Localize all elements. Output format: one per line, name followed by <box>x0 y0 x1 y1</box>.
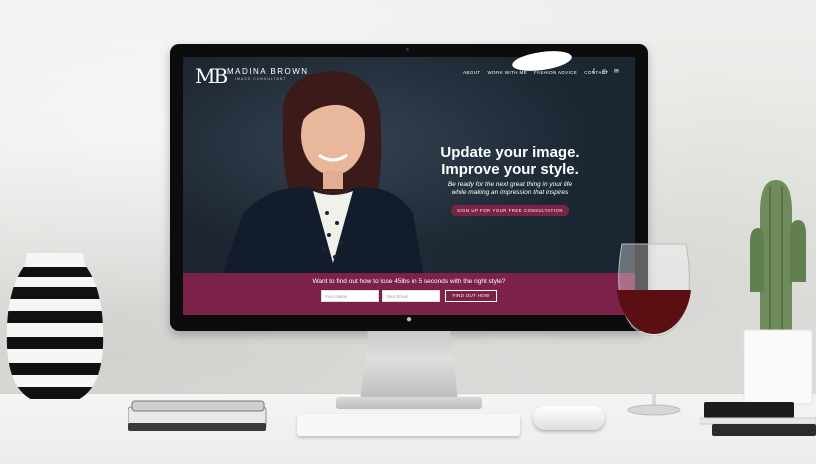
wine-glass <box>617 243 691 416</box>
hero-headline-2: Improve your style. <box>441 161 579 178</box>
webcam <box>406 48 409 51</box>
email-icon[interactable]: ✉ <box>614 69 619 76</box>
hero-subtitle-2: while making an impression that inspires <box>451 189 569 196</box>
hero-section: Update your image. Improve your style. B… <box>405 144 615 217</box>
nav-item-work-with-me[interactable]: WORK WITH ME <box>488 70 528 75</box>
site-header: MB MADINA BROWN IMAGE CONSULTANT ABOUT W… <box>183 57 635 95</box>
facebook-icon[interactable]: f <box>593 69 595 76</box>
consultation-signup-button[interactable]: SIGN UP FOR YOUR FREE CONSULTATION <box>450 205 570 216</box>
brand-tagline: IMAGE CONSULTANT <box>235 77 287 81</box>
monitor-chin: ● <box>170 315 648 331</box>
brand-name: MADINA BROWN <box>227 67 309 76</box>
magic-mouse <box>533 406 605 430</box>
keyboard <box>297 414 520 436</box>
find-out-how-button[interactable]: FIND OUT HOW <box>445 290 497 302</box>
nav-item-fashion-advice[interactable]: FASHION ADVICE <box>534 70 577 75</box>
hero-subtitle-1: Be ready for the next great thing in you… <box>447 181 573 188</box>
social-links: f ◎ ✉ <box>593 69 619 76</box>
notebook-stack <box>700 402 816 436</box>
nav-item-about[interactable]: ABOUT <box>463 70 481 75</box>
potted-cactus <box>743 180 813 405</box>
name-input[interactable]: Your Name <box>321 290 379 302</box>
monitor-stand <box>360 331 458 401</box>
binder <box>128 400 267 431</box>
instagram-icon[interactable]: ◎ <box>602 69 607 76</box>
website-screen: MB MADINA BROWN IMAGE CONSULTANT ABOUT W… <box>183 57 635 315</box>
optin-banner: Want to find out how to lose 45lbs in 5 … <box>183 273 635 315</box>
striped-vase <box>6 253 104 401</box>
hero-headline-1: Update your image. <box>440 144 580 161</box>
email-input[interactable]: Your Email <box>382 290 440 302</box>
monitor-stand-base <box>336 397 482 409</box>
site-logo[interactable]: MB <box>195 66 228 86</box>
optin-title: Want to find out how to lose 45lbs in 5 … <box>312 278 506 285</box>
apple-logo-icon: ● <box>405 314 413 325</box>
